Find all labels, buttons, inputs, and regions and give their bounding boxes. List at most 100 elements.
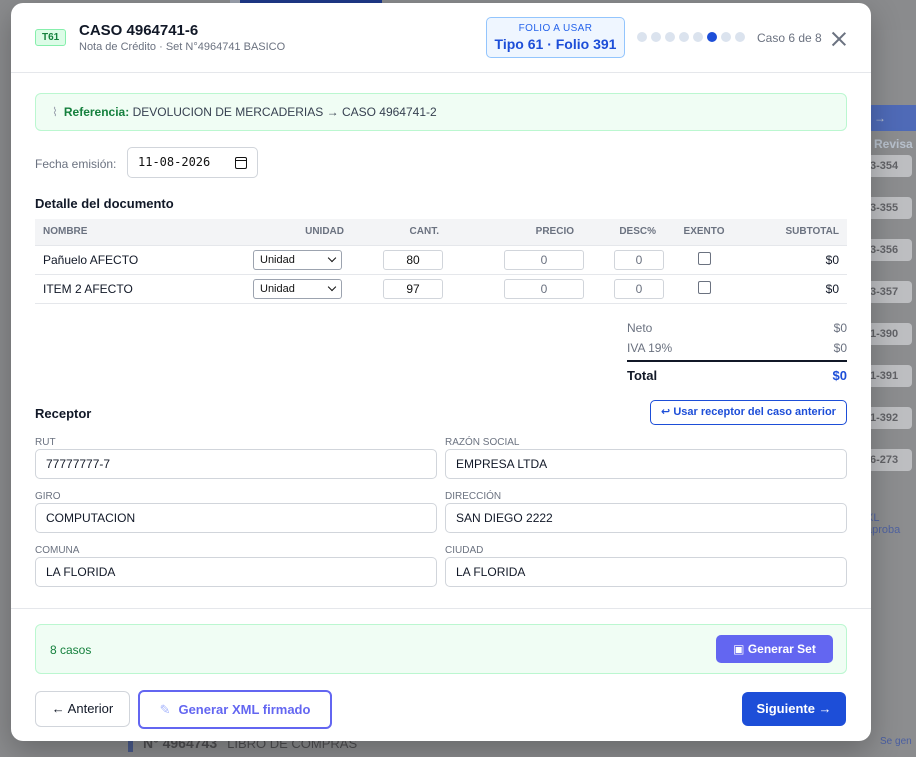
- discount-input[interactable]: 0: [614, 249, 664, 270]
- table-row: Pañuelo AFECTO Unidad 80 0 0 $0: [35, 245, 847, 275]
- modal-footer: 8 casos ▣ Generar Set ← Anterior ✎ Genera…: [11, 608, 871, 741]
- exento-checkbox[interactable]: [697, 280, 711, 294]
- reference-label: Referencia:: [63, 105, 130, 119]
- backdrop-chip: 1-392: [866, 407, 912, 429]
- unit-select[interactable]: Unidad: [253, 278, 342, 299]
- col-subtotal: SUBTOTAL: [744, 219, 847, 246]
- total-value: $0: [832, 368, 847, 383]
- chevron-down-icon: [327, 253, 337, 263]
- razon-social-field[interactable]: EMPRESA LTDA: [445, 449, 847, 479]
- case-dot-5[interactable]: [693, 32, 703, 42]
- item-subtotal: $0: [744, 245, 847, 275]
- price-input[interactable]: 0: [504, 278, 584, 299]
- exento-checkbox[interactable]: [697, 251, 711, 265]
- previous-button[interactable]: ← Anterior: [35, 691, 130, 727]
- folio-indicator: FOLIO A USAR Tipo 61 · Folio 391: [486, 17, 625, 58]
- detail-table: NOMBRE UNIDAD CANT. PRECIO DESC% EXENTO …: [35, 219, 847, 304]
- item-name: ITEM 2 AFECTO: [35, 274, 220, 304]
- reference-text: DEVOLUCION DE MERCADERIAS → CASO 4964741…: [132, 105, 437, 119]
- next-button[interactable]: Siguiente →: [742, 692, 846, 726]
- neto-label: Neto: [627, 321, 653, 335]
- reference-banner: ⌇ Referencia: DEVOLUCION DE MERCADERIAS →…: [35, 93, 847, 131]
- backdrop-chip: 3-357: [866, 281, 912, 303]
- ciudad-field[interactable]: LA FLORIDA: [445, 557, 847, 587]
- col-cantidad: CANT.: [352, 219, 447, 246]
- backdrop-revisar-button: → Revisa: [868, 105, 916, 151]
- signature-icon: ✎: [159, 702, 171, 717]
- backdrop-chip: 3-355: [866, 197, 912, 219]
- generate-signed-xml-button[interactable]: ✎ Generar XML firmado: [138, 690, 332, 729]
- rut-field[interactable]: 77777777-7: [35, 449, 437, 479]
- modal-body: ⌇ Referencia: DEVOLUCION DE MERCADERIAS →…: [11, 73, 871, 608]
- total-row: Total $0: [627, 360, 847, 388]
- detail-table-header: NOMBRE UNIDAD CANT. PRECIO DESC% EXENTO …: [35, 219, 847, 246]
- iva-label: IVA 19%: [627, 341, 673, 355]
- backdrop-chip: 6-273: [866, 449, 912, 471]
- price-input[interactable]: 0: [504, 249, 584, 270]
- issue-date-input[interactable]: 11-08-2026: [127, 147, 258, 178]
- giro-label: GIRO: [35, 491, 61, 502]
- case-dot-3[interactable]: [665, 32, 675, 42]
- totals-summary: Neto $0 IVA 19% $0 Total $0: [627, 318, 847, 388]
- use-previous-receptor-button[interactable]: ↩ Usar receptor del caso anterior: [650, 400, 847, 425]
- package-icon: ▣: [733, 642, 745, 656]
- unit-select-value: Unidad: [260, 282, 295, 295]
- case-dot-7[interactable]: [721, 32, 731, 42]
- case-progress-dots: [637, 32, 745, 42]
- item-subtotal: $0: [744, 274, 847, 304]
- case-dot-4[interactable]: [679, 32, 689, 42]
- generate-set-button[interactable]: ▣ Generar Set: [716, 635, 833, 663]
- rut-label: RUT: [35, 437, 56, 448]
- unit-select-value: Unidad: [260, 253, 295, 266]
- quantity-input[interactable]: 80: [383, 249, 443, 270]
- case-dot-1[interactable]: [637, 32, 647, 42]
- issue-date-label: Fecha emisión:: [35, 157, 117, 171]
- backdrop-chip: 1-391: [866, 365, 912, 387]
- case-dot-6-current[interactable]: [707, 32, 717, 42]
- backdrop-chip: 3-354: [866, 155, 912, 177]
- backdrop-chip: 3-356: [866, 239, 912, 261]
- cases-count: 8 casos: [50, 643, 92, 657]
- case-dot-8[interactable]: [735, 32, 745, 42]
- detail-section-title: Detalle del documento: [35, 196, 174, 211]
- discount-input[interactable]: 0: [614, 278, 664, 299]
- case-modal: T61 CASO 4964741-6 Nota de Crédito · Set…: [11, 3, 871, 741]
- generate-xml-label: Generar XML firmado: [178, 702, 311, 717]
- modal-header: T61 CASO 4964741-6 Nota de Crédito · Set…: [11, 3, 871, 73]
- backdrop-chip: 1-390: [866, 323, 912, 345]
- paperclip-icon: ⌇: [52, 105, 58, 119]
- neto-value: $0: [833, 321, 847, 335]
- case-dot-2[interactable]: [651, 32, 661, 42]
- col-nombre: NOMBRE: [35, 219, 220, 246]
- issue-date-value: 11-08-2026: [138, 155, 211, 169]
- quantity-input[interactable]: 97: [383, 278, 443, 299]
- razon-social-label: RAZÓN SOCIAL: [445, 437, 520, 448]
- item-name: Pañuelo AFECTO: [35, 245, 220, 275]
- calendar-icon[interactable]: [235, 156, 247, 169]
- direccion-label: DIRECCIÓN: [445, 491, 502, 502]
- comuna-field[interactable]: LA FLORIDA: [35, 557, 437, 587]
- col-unidad: UNIDAD: [220, 219, 352, 246]
- neto-row: Neto $0: [627, 318, 847, 338]
- unit-select[interactable]: Unidad: [253, 249, 342, 270]
- case-subtitle: Nota de Crédito · Set N°4964741 BASICO: [79, 41, 286, 53]
- iva-row: IVA 19% $0: [627, 338, 847, 358]
- col-descuento: DESC%: [582, 219, 664, 246]
- case-progress-text: Caso 6 de 8: [757, 31, 822, 45]
- total-label: Total: [627, 368, 658, 383]
- generate-set-label: Generar Set: [747, 642, 816, 656]
- ciudad-label: CIUDAD: [445, 545, 484, 556]
- case-title: CASO 4964741-6: [79, 22, 199, 39]
- document-type-badge: T61: [35, 29, 67, 46]
- close-icon[interactable]: [829, 29, 849, 49]
- comuna-label: COMUNA: [35, 545, 80, 556]
- backdrop-note: XL aproba: [866, 512, 901, 536]
- col-precio: PRECIO: [447, 219, 582, 246]
- direccion-field[interactable]: SAN DIEGO 2222: [445, 503, 847, 533]
- chevron-down-icon: [327, 282, 337, 292]
- receptor-section-title: Receptor: [35, 406, 92, 421]
- table-row: ITEM 2 AFECTO Unidad 97 0 0 $0: [35, 274, 847, 304]
- cases-summary-banner: 8 casos ▣ Generar Set: [35, 624, 847, 674]
- giro-field[interactable]: COMPUTACION: [35, 503, 437, 533]
- folio-label: FOLIO A USAR: [518, 23, 593, 34]
